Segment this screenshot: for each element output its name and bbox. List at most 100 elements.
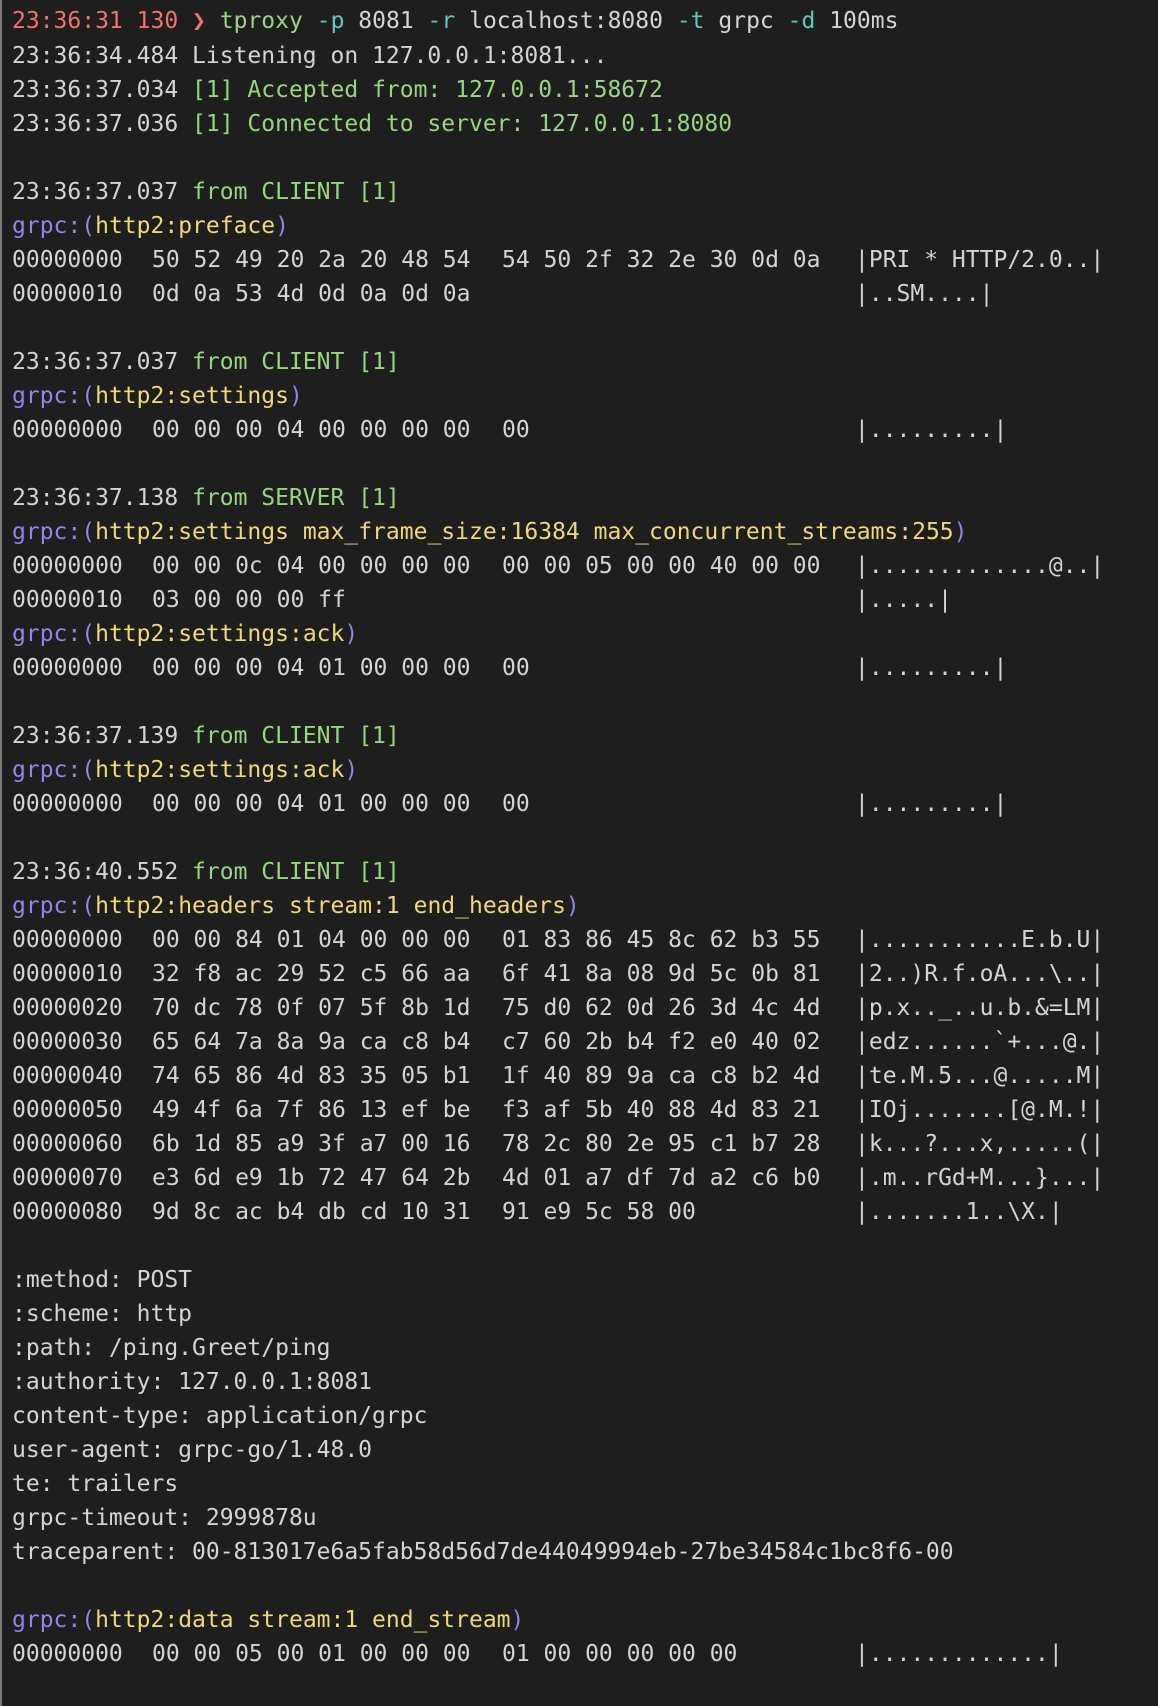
hex-ascii: |.......1..\X.| (855, 1199, 1063, 1225)
hex-bytes-group2: 00 (502, 655, 530, 681)
log-timestamp: 23:36:34.484 (12, 43, 179, 69)
hex-ascii: |2..)R.f.oA...\..| (855, 961, 1105, 987)
hex-ascii: |.........| (855, 791, 1008, 817)
hex-bytes-group2: 78 2c 80 2e 95 c1 b7 28 (502, 1131, 821, 1157)
frame-prefix: grpc: (12, 893, 82, 919)
command-name: tproxy (219, 8, 303, 34)
hexdump-row: 00000080 9d 8c ac b4 db cd 10 31 91 e9 5c … (12, 1195, 1152, 1229)
hex-bytes-group1: 00 00 00 04 01 00 00 00 (152, 655, 471, 681)
hexdump-row: 00000000 00 00 0c 04 00 00 00 00 00 00 05 … (12, 549, 1152, 583)
hex-bytes-group2: c7 60 2b b4 f2 e0 40 02 (502, 1029, 821, 1055)
hex-offset: 00000080 (12, 1199, 123, 1225)
hex-bytes-group2: 4d 01 a7 df 7d a2 c6 b0 (502, 1165, 821, 1191)
log-message: [1] Accepted from: 127.0.0.1:58672 (192, 77, 663, 103)
grpc-header-line: :method: POST (12, 1267, 193, 1293)
hex-offset: 00000050 (12, 1097, 123, 1123)
paren-close: ) (344, 621, 359, 647)
paren-close: ) (288, 383, 303, 409)
packet-header: 23:36:37.037 from CLIENT [1] (12, 175, 400, 209)
hex-bytes-group1: 00 00 0c 04 00 00 00 00 (152, 553, 471, 579)
hex-bytes-group1: 70 dc 78 0f 07 5f 8b 1d (152, 995, 471, 1021)
hex-offset: 00000000 (12, 417, 123, 443)
hexdump-row: 00000000 50 52 49 20 2a 20 48 54 54 50 2f … (12, 243, 1152, 277)
hex-offset: 00000000 (12, 1641, 123, 1667)
hex-offset: 00000020 (12, 995, 123, 1021)
frame-label: grpc:(http2:settings) (12, 379, 303, 413)
hex-ascii: |..SM....| (855, 281, 994, 307)
hex-ascii: |IOj.......[@.M.!| (855, 1097, 1105, 1123)
hex-ascii: |...........E.b.U| (855, 927, 1105, 953)
paren-open: ( (81, 621, 96, 647)
log-message: [1] Connected to server: 127.0.0.1:8080 (192, 111, 733, 137)
log-timestamp: 23:36:37.034 (12, 77, 179, 103)
packet-header: 23:36:37.138 from SERVER [1] (12, 481, 400, 515)
paren-open: ( (81, 893, 96, 919)
hex-bytes-group1: 00 00 05 00 01 00 00 00 (152, 1641, 471, 1667)
hex-bytes-group1: 6b 1d 85 a9 3f a7 00 16 (152, 1131, 471, 1157)
log-timestamp: 23:36:37.037 (12, 349, 179, 375)
frame-prefix: grpc: (12, 757, 82, 783)
packet-header: 23:36:37.139 from CLIENT [1] (12, 719, 400, 753)
grpc-header-line: te: trailers (12, 1471, 179, 1497)
log-timestamp: 23:36:40.552 (12, 859, 179, 885)
prompt-arrow-icon: ❯ (192, 8, 206, 34)
log-timestamp: 23:36:37.037 (12, 179, 179, 205)
frame-name: http2:settings max_frame_size:16384 max_… (95, 519, 954, 545)
hex-offset: 00000070 (12, 1165, 123, 1191)
paren-open: ( (81, 757, 96, 783)
frame-prefix: grpc: (12, 621, 82, 647)
hex-ascii: |te.M.5...@.....M| (855, 1063, 1105, 1089)
command-flag: -r (427, 8, 456, 34)
hexdump-row: 00000060 6b 1d 85 a9 3f a7 00 16 78 2c 80 … (12, 1127, 1152, 1161)
hexdump-row: 00000010 03 00 00 00 ff |.....| (12, 583, 1152, 617)
hex-ascii: |.m..rGd+M...}...| (855, 1165, 1105, 1191)
hex-bytes-group2: 6f 41 8a 08 9d 5c 0b 81 (502, 961, 821, 987)
hex-bytes-group2: 54 50 2f 32 2e 30 0d 0a (502, 247, 821, 273)
hexdump-row: 00000010 0d 0a 53 4d 0d 0a 0d 0a |..SM....… (12, 277, 1152, 311)
hex-bytes-group1: 32 f8 ac 29 52 c5 66 aa (152, 961, 471, 987)
hex-bytes-group2: f3 af 5b 40 88 4d 83 21 (502, 1097, 821, 1123)
frame-label: grpc:(http2:data stream:1 end_stream) (12, 1603, 524, 1637)
hex-ascii: |.....| (855, 587, 952, 613)
frame-prefix: grpc: (12, 383, 82, 409)
frame-label: grpc:(http2:preface) (12, 209, 289, 243)
hex-bytes-group2: 1f 40 89 9a ca c8 b2 4d (502, 1063, 821, 1089)
command-arg: grpc (718, 8, 774, 34)
hex-bytes-group1: 65 64 7a 8a 9a ca c8 b4 (152, 1029, 471, 1055)
hex-bytes-group1: 03 00 00 00 ff (152, 587, 346, 613)
hex-bytes-group1: 00 00 00 04 00 00 00 00 (152, 417, 471, 443)
hexdump-row: 00000020 70 dc 78 0f 07 5f 8b 1d 75 d0 62 … (12, 991, 1152, 1025)
hex-ascii: |edz......`+...@.| (855, 1029, 1105, 1055)
command-arg: 100ms (829, 8, 899, 34)
terminal-window[interactable]: 23:36:31 130 ❯ tproxy -p 8081 -r localho… (0, 0, 1158, 1706)
hex-bytes-group2: 00 (502, 791, 530, 817)
paren-close: ) (953, 519, 968, 545)
paren-open: ( (81, 1607, 96, 1633)
hex-ascii: |.............@..| (855, 553, 1105, 579)
hexdump-row: 00000070 e3 6d e9 1b 72 47 64 2b 4d 01 a7 … (12, 1161, 1152, 1195)
frame-name: http2:headers stream:1 end_headers (95, 893, 566, 919)
frame-label: grpc:(http2:headers stream:1 end_headers… (12, 889, 580, 923)
grpc-header-line: :scheme: http (12, 1301, 193, 1327)
paren-close: ) (565, 893, 580, 919)
hex-offset: 00000010 (12, 587, 123, 613)
paren-close: ) (275, 213, 289, 239)
frame-label: grpc:(http2:settings max_frame_size:1638… (12, 515, 968, 549)
frame-name: http2:settings:ack (95, 621, 345, 647)
hex-bytes-group2: 01 00 00 00 00 00 (502, 1641, 738, 1667)
hex-bytes-group1: 49 4f 6a 7f 86 13 ef be (152, 1097, 471, 1123)
hex-bytes-group2: 00 (502, 417, 530, 443)
hex-ascii: |PRI * HTTP/2.0..| (855, 247, 1105, 273)
hex-offset: 00000000 (12, 553, 123, 579)
hex-ascii: |.........| (855, 655, 1008, 681)
hex-bytes-group2: 00 00 05 00 00 40 00 00 (502, 553, 821, 579)
packet-direction: from CLIENT [1] (192, 723, 400, 749)
log-line: 23:36:37.036 [1] Connected to server: 12… (12, 107, 732, 141)
log-line: 23:36:37.034 [1] Accepted from: 127.0.0.… (12, 73, 663, 107)
hexdump-row: 00000040 74 65 86 4d 83 35 05 b1 1f 40 89 … (12, 1059, 1152, 1093)
frame-name: http2:settings:ack (95, 757, 345, 783)
hex-offset: 00000000 (12, 247, 123, 273)
grpc-header-line: grpc-timeout: 2999878u (12, 1505, 317, 1531)
paren-close: ) (344, 757, 359, 783)
hex-bytes-group1: e3 6d e9 1b 72 47 64 2b (152, 1165, 471, 1191)
